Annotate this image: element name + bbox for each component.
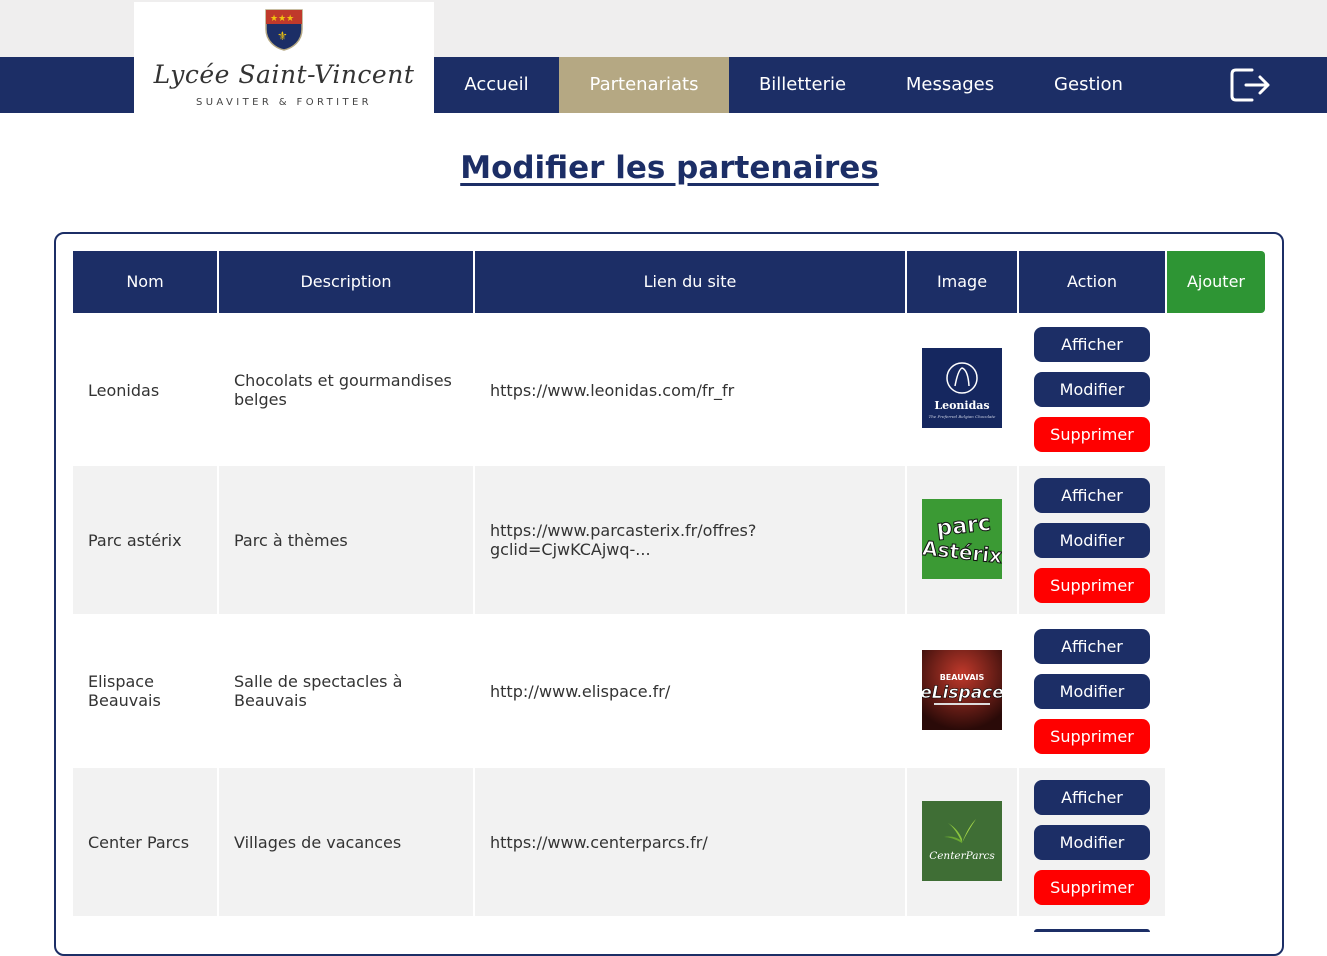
- nav-gestion[interactable]: Gestion: [1024, 57, 1153, 113]
- partner-name: Elispace Beauvais: [88, 672, 161, 710]
- elispace-logo-city: BEAUVAIS: [940, 673, 985, 682]
- nav-billetterie[interactable]: Billetterie: [729, 57, 876, 113]
- column-divider: [1017, 466, 1019, 614]
- view-button[interactable]: Afficher: [1034, 629, 1150, 664]
- add-partner-button[interactable]: Ajouter: [1167, 251, 1265, 313]
- edit-button[interactable]: Modifier: [1034, 372, 1150, 407]
- partner-description: Chocolats et gourmandises belges: [234, 371, 452, 409]
- column-divider: [1017, 768, 1019, 932]
- partner-link: https://www.leonidas.com/fr_fr: [490, 380, 735, 400]
- parc-asterix-logo: parc Astérix: [922, 499, 1002, 579]
- school-logo[interactable]: ★★★ ⚜ Lycée Saint-Vincent SUAVITER & FOR…: [134, 2, 434, 113]
- view-button[interactable]: Afficher: [1034, 327, 1150, 362]
- partner-name: Parc astérix: [88, 530, 182, 550]
- view-button[interactable]: Afficher: [1034, 478, 1150, 513]
- school-name: Lycée Saint-Vincent: [153, 60, 415, 89]
- svg-text:★★★: ★★★: [270, 14, 294, 24]
- logout-icon[interactable]: [1228, 66, 1272, 104]
- header-description: Description: [219, 251, 473, 313]
- header-action: Action: [1019, 251, 1165, 313]
- center-parcs-logo-text: CenterParcs: [929, 850, 995, 862]
- crest-icon: ★★★ ⚜: [265, 9, 303, 51]
- svg-text:⚜: ⚜: [277, 29, 288, 43]
- leonidas-logo-tagline: The Preferred Belgian Chocolate: [929, 414, 996, 419]
- page-title: Modifier les partenaires: [460, 150, 879, 186]
- delete-button[interactable]: Supprimer: [1034, 870, 1150, 905]
- partner-description: Villages de vacances: [234, 832, 402, 852]
- edit-button[interactable]: Modifier: [1034, 825, 1150, 860]
- partner-description: Parc à thèmes: [234, 530, 348, 550]
- partner-link: http://www.elispace.fr/: [490, 681, 671, 701]
- elispace-logo: BEAUVAIS eLispace: [922, 650, 1002, 730]
- nav-accueil[interactable]: Accueil: [434, 57, 559, 113]
- leonidas-logo-text: Leonidas: [934, 399, 989, 412]
- partner-name: Leonidas: [88, 380, 160, 400]
- nav-messages[interactable]: Messages: [876, 57, 1024, 113]
- leonidas-logo: Leonidas The Preferred Belgian Chocolate: [922, 348, 1002, 428]
- column-divider: [905, 768, 907, 932]
- edit-button[interactable]: Modifier: [1034, 674, 1150, 709]
- center-parcs-logo: CenterParcs: [922, 801, 1002, 881]
- partner-link: https://www.parcasterix.fr/offres?gclid=…: [490, 521, 757, 559]
- column-divider: [905, 466, 907, 614]
- partner-description: Salle de spectacles à Beauvais: [234, 672, 403, 710]
- header-image: Image: [907, 251, 1017, 313]
- partner-name: Center Parcs: [88, 832, 190, 852]
- edit-button[interactable]: Modifier: [1034, 523, 1150, 558]
- school-motto: SUAVITER & FORTITER: [195, 97, 373, 108]
- view-button[interactable]: Afficher: [1034, 780, 1150, 815]
- header-nom: Nom: [73, 251, 217, 313]
- header-lien: Lien du site: [475, 251, 905, 313]
- elispace-logo-text: eLispace: [922, 683, 1002, 703]
- delete-button[interactable]: Supprimer: [1034, 719, 1150, 754]
- delete-button[interactable]: Supprimer: [1034, 568, 1150, 603]
- nav-partenariats[interactable]: Partenariats: [559, 57, 729, 113]
- partner-link: https://www.centerparcs.fr/: [490, 832, 708, 852]
- delete-button[interactable]: Supprimer: [1034, 417, 1150, 452]
